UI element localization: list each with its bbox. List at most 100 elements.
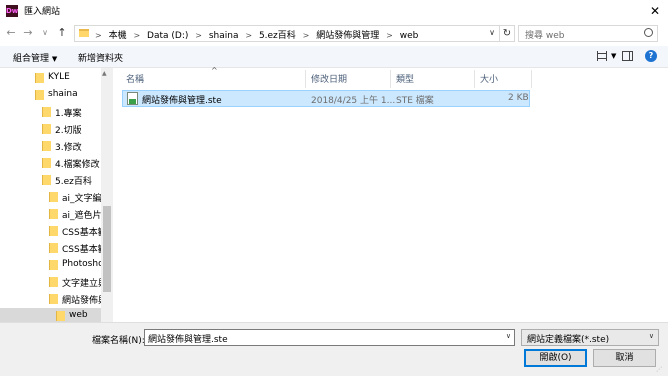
resize-grip-icon[interactable]: ⋰ [656,366,664,374]
filename-input[interactable]: 網站發佈與管理.ste ∨ [144,329,515,346]
sort-ascending-icon: ^ [211,66,218,75]
folder-icon [79,29,89,37]
ste-file-icon [127,92,138,105]
cancel-button[interactable]: 取消 [593,349,656,367]
up-folder-arrow-icon[interactable]: ↑ [55,25,69,41]
filename-value: 網站發佈與管理.ste [148,335,228,345]
tree-item-label: shaina [48,89,78,99]
scroll-up-arrow-icon[interactable]: ▲ [102,70,107,77]
tree-item-label: 網站發佈與管理 [62,296,101,306]
tree-item-label: CSS基本觀念 [62,228,101,238]
back-arrow-icon[interactable]: ← [4,25,18,41]
column-divider[interactable] [390,70,391,88]
tree-item[interactable]: 文字建立與編輯 [0,274,101,291]
breadcrumb-item-web[interactable]: web [400,31,419,41]
tree-item-label: 3.修改 [55,143,82,153]
folder-icon [42,175,51,185]
close-icon[interactable]: ✕ [645,2,665,20]
tree-item-label: ai_遮色片設計 [62,211,101,221]
tree-item-label: 1.專案 [55,109,82,119]
folder-icon [49,209,58,219]
address-bar[interactable]: > 本機 > Data (D:) > shaina > 5.ez百科 > 網站發… [74,25,500,42]
column-divider[interactable] [474,70,475,88]
view-dropdown-arrow-icon[interactable]: ▼ [611,52,616,60]
preview-pane-icon[interactable] [622,51,633,61]
folder-icon [42,124,51,134]
breadcrumb-item-site-publish[interactable]: 網站發佈與管理 [316,31,379,41]
folder-icon [42,158,51,168]
breadcrumb-chevron-icon[interactable]: > [245,31,252,40]
breadcrumb-chevron-icon[interactable]: > [386,31,393,40]
breadcrumb-item-this-pc[interactable]: 本機 [109,31,127,41]
filetype-select[interactable]: 網站定義檔案(*.ste) ∨ [521,329,659,346]
new-folder-button[interactable]: 新增資料夾 [78,51,123,64]
refresh-icon[interactable]: ↻ [500,25,515,42]
folder-icon [49,192,58,202]
tree-item[interactable]: ai_文字編輯 [0,189,101,206]
tree-item[interactable]: 網站發佈與管理 [0,291,101,308]
filename-label: 檔案名稱(N): [92,336,145,346]
address-dropdown-icon[interactable]: ∨ [489,28,495,37]
tree-item-label: 2.切版 [55,126,82,136]
file-modified: 2018/4/25 上午 1... [311,96,396,106]
folder-icon [35,90,44,100]
tree-item[interactable]: 3.修改 [0,138,101,155]
filetype-dropdown-icon[interactable]: ∨ [649,332,654,340]
title-bar: Dw 匯入網站 ✕ [0,0,668,22]
view-options-lines-icon [597,53,607,59]
tree-scrollbar-thumb[interactable] [103,206,111,292]
breadcrumb-chevron-icon[interactable]: > [133,31,140,40]
tree-item[interactable]: KYLE [0,70,101,87]
forward-arrow-icon[interactable]: → [21,25,35,41]
navigation-tree[interactable]: KYLE shaina 1.專案 2.切版 3.修改 4.檔案修改 5.ez百科 ai_文字編… [0,68,113,325]
organize-label: 組合管理 [13,54,50,64]
column-divider[interactable] [531,70,532,88]
organize-button[interactable]: 組合管理 ▼ [13,51,57,64]
tree-item[interactable]: ai_遮色片設計 [0,206,101,223]
tree-item[interactable]: 1.專案 [0,104,101,121]
breadcrumb-chevron-icon[interactable]: > [303,31,310,40]
tree-item[interactable]: shaina [0,87,101,104]
open-button[interactable]: 開啟(O) [524,349,587,367]
search-icon[interactable] [644,28,653,37]
tree-item[interactable]: CSS基本觀念2 [0,240,101,257]
tree-item-label: 4.檔案修改 [55,160,100,170]
tree-item[interactable]: Photoshop [0,257,101,274]
breadcrumb-chevron-icon[interactable]: > [195,31,202,40]
dropdown-arrow-icon: ▼ [51,55,58,63]
tree-item[interactable]: CSS基本觀念 [0,223,101,240]
tree-item-label: CSS基本觀念2 [62,245,101,255]
tree-item-label: 5.ez百科 [55,177,92,187]
tree-item[interactable]: 2.切版 [0,121,101,138]
column-header-name[interactable]: 名稱 [126,72,144,88]
file-size: 2 KB [508,93,529,103]
breadcrumb-item-shaina[interactable]: shaina [209,31,239,41]
tree-item[interactable]: 4.檔案修改 [0,155,101,172]
tree-item-label: 文字建立與編輯 [62,279,101,289]
search-placeholder: 搜尋 web [525,31,565,41]
breadcrumb-item-ez-encyclopedia[interactable]: 5.ez百科 [259,31,296,41]
folder-icon [49,294,58,304]
column-header-modified[interactable]: 修改日期 [311,72,347,88]
column-header-size[interactable]: 大小 [480,72,498,88]
column-divider[interactable] [305,70,306,88]
breadcrumb-item-data-drive[interactable]: Data (D:) [147,31,188,41]
help-icon[interactable]: ? [645,50,657,62]
folder-icon [49,260,58,270]
breadcrumb-chevron-icon[interactable]: > [95,31,102,40]
recent-locations-chevron-icon[interactable]: ∨ [38,25,52,41]
tree-item-label: Photoshop [62,259,101,269]
folder-icon [42,107,51,117]
column-header-type[interactable]: 類型 [396,72,414,88]
filename-dropdown-icon[interactable]: ∨ [506,332,511,340]
folder-icon [49,226,58,236]
dreamweaver-app-icon: Dw [6,5,19,17]
tree-item-label: KYLE [48,72,70,82]
folder-icon [35,73,44,83]
tree-item-label: ai_文字編輯 [62,194,101,204]
search-input[interactable]: 搜尋 web [518,25,658,42]
folder-icon [49,243,58,253]
folder-icon [42,141,51,151]
tree-item[interactable]: 5.ez百科 [0,172,101,189]
file-name[interactable]: 網站發佈與管理.ste [142,93,222,106]
